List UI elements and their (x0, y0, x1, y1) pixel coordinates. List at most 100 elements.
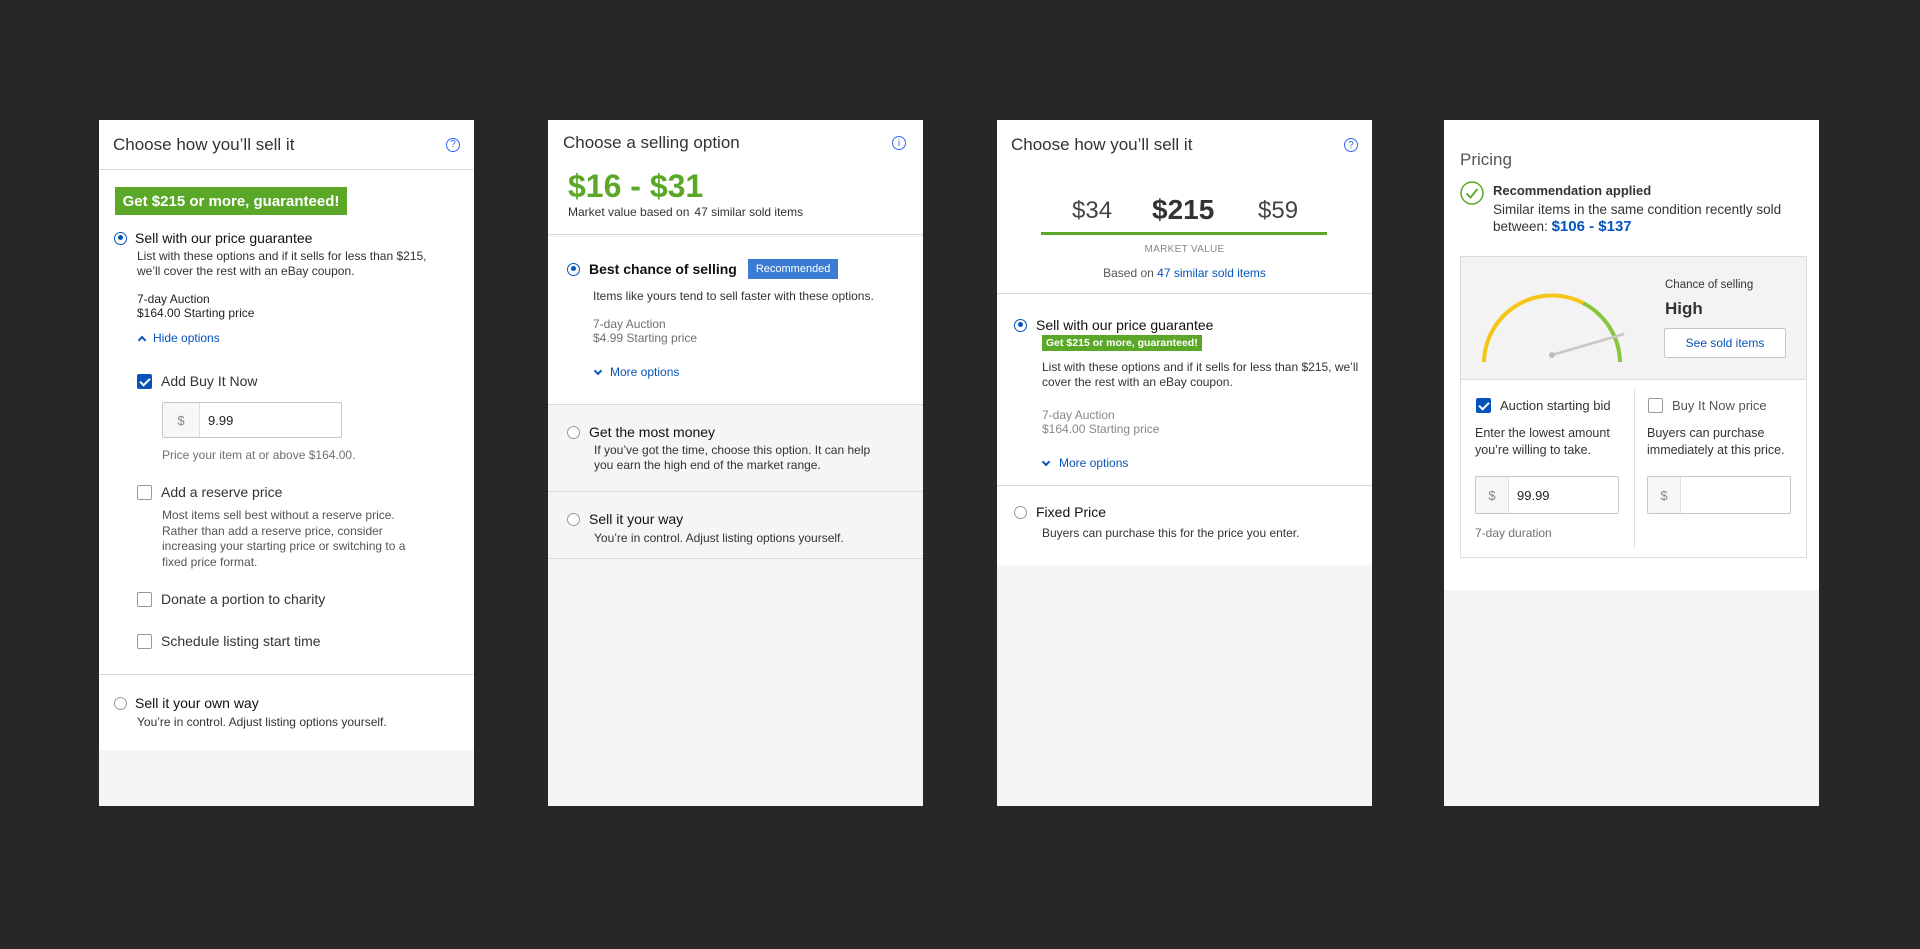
buy-it-now-price-field[interactable]: $ 9.99 (162, 402, 342, 438)
radio-unselected[interactable] (567, 512, 580, 526)
based-on-line: Based on 47 similar sold items (997, 266, 1372, 280)
chevron-up-icon (137, 335, 147, 344)
option-description: You’re in control. Adjust listing option… (594, 531, 844, 545)
currency-prefix: $ (1648, 477, 1681, 513)
charity-label: Donate a portion to charity (161, 591, 326, 607)
option-description: You’re in control. Adjust listing option… (137, 715, 387, 729)
schedule-checkbox-row[interactable]: Schedule listing start time (137, 633, 321, 649)
info-icon[interactable]: i (892, 136, 906, 150)
option-label: Sell with our price guarantee (135, 230, 313, 246)
auction-bid-field[interactable]: $ 99.99 (1475, 476, 1619, 514)
radio-unselected[interactable] (567, 425, 580, 439)
option-best-chance[interactable]: Best chance of selling Recommended (567, 259, 839, 279)
option-description: List with these options and if it sells … (1042, 360, 1359, 389)
option-label: Best chance of selling (589, 261, 737, 277)
option-description: If you’ve got the time, choose this opti… (594, 443, 871, 472)
option-label: Sell it your own way (135, 695, 259, 711)
buy-it-now-checkbox[interactable] (137, 373, 152, 389)
panel-title: Choose how you’ll sell it (113, 134, 295, 154)
panel-title: Choose how you’ll sell it (1011, 135, 1193, 154)
guarantee-badge: Get $215 or more, guaranteed! (1042, 335, 1202, 351)
charity-checkbox-row[interactable]: Donate a portion to charity (137, 591, 325, 607)
reserve-price-label: Add a reserve price (161, 484, 283, 500)
panel-header: Choose how you’ll sell it ? (997, 120, 1372, 170)
buy-it-now-label: Buy It Now price (1672, 398, 1767, 413)
recommendation-range: $106 - $137 (1551, 218, 1632, 235)
option-description: Items like yours tend to sell faster wit… (593, 289, 874, 303)
more-options-label: More options (1059, 456, 1129, 470)
buy-it-now-value[interactable]: 9.99 (200, 403, 341, 437)
buy-it-now-field[interactable]: $ (1647, 476, 1791, 514)
reserve-price-checkbox-row[interactable]: Add a reserve price (137, 484, 282, 500)
auction-duration: 7-day duration (1475, 526, 1552, 540)
more-options-link[interactable]: More options (593, 365, 680, 379)
panel-price-guarantee-expanded: Choose how you’ll sell it ? Get $215 or … (99, 120, 474, 806)
option-description: List with these options and if it sells … (137, 249, 427, 278)
starting-price: $164.00 Starting price (137, 306, 255, 320)
reserve-price-description: Most items sell best without a reserve p… (162, 508, 406, 569)
divider (548, 491, 923, 492)
auction-duration: 7-day Auction (593, 317, 666, 331)
column-divider (1634, 389, 1635, 549)
option-label: Get the most money (589, 424, 716, 440)
recommendation-text: Similar items in the same condition rece… (1493, 202, 1782, 234)
buy-it-now-checkbox-row[interactable]: Add Buy It Now (137, 373, 258, 389)
price-market: $215 (1152, 194, 1215, 225)
chevron-down-icon (1041, 457, 1051, 466)
radio-selected[interactable] (1014, 318, 1027, 332)
market-value-bar (1041, 232, 1327, 235)
currency-prefix: $ (1476, 477, 1509, 513)
option-most-money[interactable]: Get the most money (567, 424, 715, 440)
auction-bid-checkbox-row[interactable]: Auction starting bid (1476, 398, 1611, 413)
buy-it-now-checkbox[interactable] (1648, 398, 1663, 413)
recommendation-title: Recommendation applied (1493, 183, 1652, 198)
hide-options-link[interactable]: Hide options (137, 331, 220, 345)
help-icon[interactable]: ? (446, 137, 460, 152)
buy-it-now-checkbox-row[interactable]: Buy It Now price (1648, 398, 1767, 413)
panel-selling-option: Choose a selling option i $16 - $31 Mark… (548, 120, 923, 806)
see-sold-items-button[interactable]: See sold items (1664, 328, 1786, 358)
more-options-link[interactable]: More options (1041, 456, 1129, 470)
chance-label: Chance of selling (1665, 279, 1754, 291)
panel-title: Choose a selling option (563, 133, 740, 152)
panel-title: Pricing (1460, 150, 1512, 169)
reserve-price-checkbox[interactable] (137, 484, 152, 500)
option-label: Sell with our price guarantee (1036, 317, 1214, 333)
chevron-down-icon (593, 366, 603, 375)
similar-items-link[interactable]: 47 similar sold items (1157, 266, 1266, 280)
option-your-way[interactable]: Sell it your way (567, 511, 683, 527)
recommended-badge: Recommended (747, 259, 839, 279)
market-value-label: MARKET VALUE (1144, 244, 1225, 255)
buy-it-now-value[interactable] (1681, 477, 1790, 513)
check-circle-icon (1460, 181, 1484, 210)
schedule-label: Schedule listing start time (161, 633, 321, 649)
radio-unselected[interactable] (114, 696, 127, 710)
price-high: $59 (1258, 197, 1299, 224)
option-fixed-price[interactable]: Fixed Price (1014, 504, 1106, 520)
guarantee-banner: Get $215 or more, guaranteed! (115, 187, 347, 215)
schedule-checkbox[interactable] (137, 633, 152, 649)
help-icon[interactable]: ? (1344, 138, 1358, 152)
radio-selected[interactable] (114, 231, 127, 245)
option-price-guarantee[interactable]: Sell with our price guarantee (114, 230, 312, 246)
market-price-range: $16 - $31 (568, 168, 704, 204)
radio-selected[interactable] (567, 262, 580, 276)
similar-items-link[interactable]: 47 similar sold items (694, 205, 803, 219)
auction-bid-checkbox[interactable] (1476, 398, 1491, 413)
divider (997, 485, 1372, 486)
starting-price: $164.00 Starting price (1042, 422, 1160, 436)
auction-bid-description: Enter the lowest amount you’re willing t… (1475, 426, 1610, 457)
buy-it-now-label: Add Buy It Now (161, 373, 258, 389)
more-options-label: More options (610, 365, 680, 379)
option-price-guarantee[interactable]: Sell with our price guarantee (1014, 317, 1213, 333)
market-value-prefix: Market value based on (568, 205, 690, 219)
option-own-way[interactable]: Sell it your own way (114, 695, 259, 711)
auction-bid-value[interactable]: 99.99 (1509, 477, 1618, 513)
market-value-line: Market value based on 47 similar sold it… (568, 205, 803, 219)
charity-checkbox[interactable] (137, 591, 152, 607)
starting-price: $4.99 Starting price (593, 331, 698, 345)
radio-unselected[interactable] (1014, 505, 1027, 519)
option-label: Fixed Price (1036, 504, 1107, 520)
panel-header: Choose how you’ll sell it ? (99, 120, 474, 170)
based-on-prefix: Based on (1103, 266, 1154, 280)
